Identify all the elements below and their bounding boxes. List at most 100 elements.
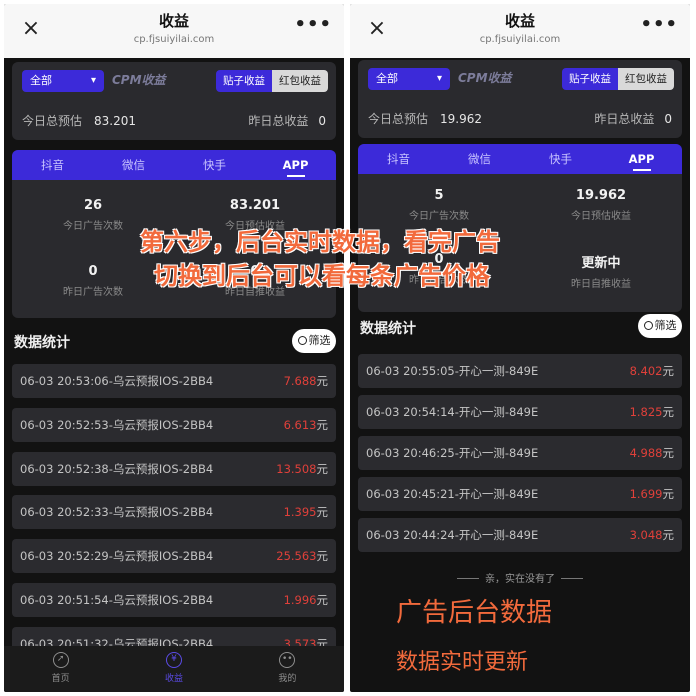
- platform-select[interactable]: 全部 ▾: [368, 68, 450, 90]
- record-unit: 元: [662, 487, 675, 501]
- list-item[interactable]: 06-03 20:52:53-乌云预报IOS-2BB4 6.613元: [12, 407, 336, 442]
- overlay-note-backend-data: 广告后台数据: [396, 598, 553, 628]
- filter-button[interactable]: 筛选: [292, 329, 336, 353]
- more-options-icon[interactable]: •••: [640, 14, 678, 35]
- record-unit: 元: [316, 505, 329, 520]
- platform-select[interactable]: 全部 ▾: [22, 70, 104, 92]
- record-text: 06-03 20:52:38-乌云预报IOS-2BB4: [20, 461, 214, 476]
- record-text: 06-03 20:52:33-乌云预报IOS-2BB4: [20, 505, 214, 520]
- income-type-toggle: 贴子收益 红包收益: [216, 70, 328, 92]
- screenshot-stage: × 收益 cp.fjsuiyilai.com ••• 全部 ▾ CPM收益 贴子…: [0, 0, 696, 696]
- face-icon: ••: [279, 652, 296, 668]
- list-item[interactable]: 06-03 20:52:29-乌云预报IOS-2BB4 25.563元: [12, 539, 336, 574]
- stat-yesterday-self-income: 更新中 昨日自推收益: [520, 252, 682, 290]
- record-list: 06-03 20:55:05-开心一测-849E 8.402元 06-03 20:…: [358, 354, 682, 559]
- record-unit: 元: [662, 364, 675, 378]
- yesterday-income-label: 昨日总收益: [248, 114, 309, 128]
- record-amount: 1.395: [283, 505, 317, 520]
- record-unit: 元: [316, 549, 329, 564]
- platform-tabs: 抖音 微信 快手 APP: [12, 150, 336, 180]
- page-domain: cp.fjsuiyilai.com: [133, 34, 215, 45]
- list-item[interactable]: 06-03 20:52:33-乌云预报IOS-2BB4 1.395元: [12, 495, 336, 530]
- nav-home[interactable]: ➚ 首页: [4, 646, 117, 692]
- tab-douyin[interactable]: 抖音: [12, 150, 93, 180]
- record-amount: 6.613: [283, 417, 317, 432]
- right-phone-screen: × 收益 cp.fjsuiyilai.com ••• 全部 ▾ CPM收益 贴子…: [350, 4, 690, 692]
- platform-select-value: 全部: [376, 72, 398, 85]
- tab-kuaishou[interactable]: 快手: [520, 144, 601, 174]
- nav-mine-label: 我的: [278, 674, 297, 684]
- stat-value: 5: [434, 188, 444, 203]
- stat-value: 更新中: [581, 256, 621, 271]
- list-item[interactable]: 06-03 20:52:38-乌云预报IOS-2BB4 13.508元: [12, 451, 336, 486]
- nav-income[interactable]: ¥ 收益: [117, 646, 230, 692]
- record-text: 06-03 20:44:24-开心一测-849E: [366, 528, 539, 542]
- record-amount: 13.508: [276, 461, 317, 476]
- yesterday-income-label: 昨日总收益: [594, 112, 655, 126]
- cpm-label: CPM收益: [112, 73, 166, 87]
- title-bar: × 收益 cp.fjsuiyilai.com •••: [4, 4, 344, 58]
- income-type-toggle: 贴子收益 红包收益: [562, 68, 674, 90]
- tab-douyin[interactable]: 抖音: [358, 144, 439, 174]
- divider: [561, 578, 583, 579]
- record-unit: 元: [316, 461, 329, 476]
- tab-app[interactable]: APP: [255, 150, 336, 180]
- overlay-note-realtime: 数据实时更新: [396, 650, 529, 675]
- summary-card: 全部 ▾ CPM收益 贴子收益 红包收益 今日总预估 19.962 昨日总收益 0: [358, 60, 682, 138]
- post-income-button[interactable]: 贴子收益: [216, 70, 272, 92]
- record-text: 06-03 20:52:29-乌云预报IOS-2BB4: [20, 549, 214, 564]
- platform-select-value: 全部: [30, 74, 52, 87]
- list-item[interactable]: 06-03 20:53:06-乌云预报IOS-2BB4 7.688元: [12, 364, 336, 398]
- overlay-step-subtitle: 切换到后台可以看每条广告价格: [154, 262, 490, 290]
- post-income-button[interactable]: 贴子收益: [562, 68, 618, 90]
- nav-mine[interactable]: •• 我的: [231, 646, 344, 692]
- record-text: 06-03 20:55:05-开心一测-849E: [366, 364, 539, 378]
- tab-kuaishou[interactable]: 快手: [174, 150, 255, 180]
- redpacket-income-button[interactable]: 红包收益: [618, 68, 674, 90]
- list-item[interactable]: 06-03 20:54:14-开心一测-849E 1.825元: [358, 395, 682, 429]
- end-of-list-text: 亲，实在没有了: [485, 574, 555, 585]
- totals-row: 今日总预估 83.201 昨日总收益 0: [22, 112, 326, 130]
- record-amount: 1.996: [283, 592, 317, 607]
- stat-label: 昨日广告次数: [63, 287, 123, 298]
- stat-today-ad-count: 5 今日广告次数: [358, 188, 520, 222]
- section-title: 数据统计: [14, 335, 70, 351]
- record-unit: 元: [662, 446, 675, 460]
- totals-row: 今日总预估 19.962 昨日总收益 0: [368, 110, 672, 128]
- list-item[interactable]: 06-03 20:55:05-开心一测-849E 8.402元: [358, 354, 682, 388]
- bottom-nav: ➚ 首页 ¥ 收益 •• 我的: [4, 646, 344, 692]
- today-estimate-label: 今日总预估: [368, 112, 429, 126]
- section-title: 数据统计: [360, 321, 416, 337]
- list-item[interactable]: 06-03 20:51:54-乌云预报IOS-2BB4 1.996元: [12, 582, 336, 617]
- tab-wechat[interactable]: 微信: [439, 144, 520, 174]
- search-icon: [297, 336, 307, 345]
- yesterday-income-value: 0: [664, 112, 672, 126]
- record-text: 06-03 20:46:25-开心一测-849E: [366, 446, 539, 460]
- list-item[interactable]: 06-03 20:45:21-开心一测-849E 1.699元: [358, 477, 682, 511]
- record-amount: 7.688: [283, 374, 317, 388]
- record-text: 06-03 20:45:21-开心一测-849E: [366, 487, 539, 501]
- summary-card: 全部 ▾ CPM收益 贴子收益 红包收益 今日总预估 83.201 昨日总收益 0: [12, 62, 336, 140]
- redpacket-income-button[interactable]: 红包收益: [272, 70, 328, 92]
- stat-today-estimate: 19.962 今日预估收益: [520, 188, 682, 222]
- record-text: 06-03 20:53:06-乌云预报IOS-2BB4: [20, 374, 214, 388]
- list-item[interactable]: 06-03 20:44:24-开心一测-849E 3.048元: [358, 518, 682, 552]
- list-item[interactable]: 06-03 20:46:25-开心一测-849E 4.988元: [358, 436, 682, 470]
- left-phone-screen: × 收益 cp.fjsuiyilai.com ••• 全部 ▾ CPM收益 贴子…: [4, 4, 344, 692]
- tab-wechat[interactable]: 微信: [93, 150, 174, 180]
- tab-app[interactable]: APP: [601, 144, 682, 174]
- filter-button[interactable]: 筛选: [638, 314, 682, 338]
- record-unit: 元: [316, 592, 329, 607]
- nav-home-label: 首页: [51, 674, 70, 684]
- more-options-icon[interactable]: •••: [294, 14, 332, 35]
- end-of-list-notice: 亲，实在没有了: [350, 570, 690, 585]
- chevron-down-icon: ▾: [90, 75, 96, 86]
- record-unit: 元: [316, 417, 329, 432]
- stat-value: 0: [88, 264, 98, 279]
- record-text: 06-03 20:52:53-乌云预报IOS-2BB4: [20, 417, 214, 432]
- search-icon: [643, 321, 653, 330]
- filter-label: 筛选: [654, 319, 677, 332]
- record-amount: 3.048: [629, 528, 663, 542]
- nav-income-label: 收益: [164, 674, 183, 684]
- record-amount: 1.825: [629, 405, 663, 419]
